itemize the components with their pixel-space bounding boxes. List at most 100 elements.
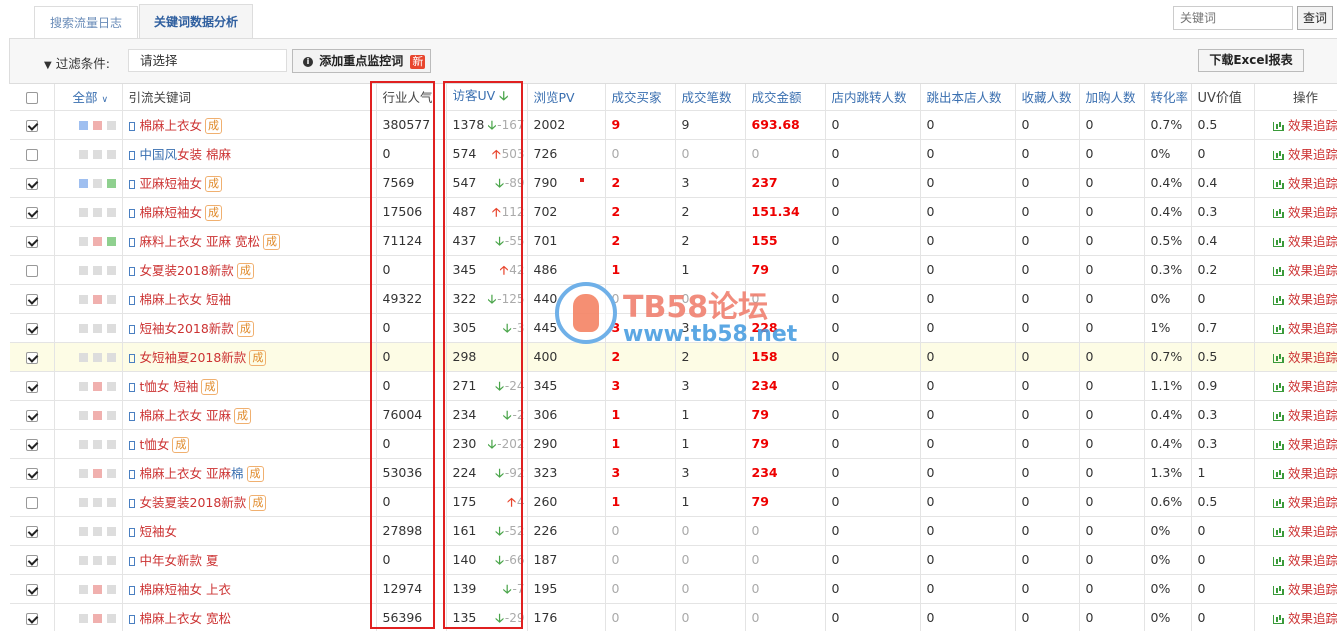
keyword-cell[interactable]: 麻料上衣女 亚麻 宽松成 — [122, 226, 377, 256]
keyword-cell[interactable]: 棉麻上衣女 亚麻棉成 — [122, 458, 377, 488]
col-cart[interactable]: 加购人数 — [1079, 84, 1145, 111]
amount-cell: 0 — [745, 139, 826, 169]
select-all-checkbox[interactable] — [25, 91, 38, 104]
track-link[interactable]: 效果追踪 — [1272, 379, 1337, 394]
jump-out-cell: 0 — [920, 139, 1016, 169]
track-link[interactable]: 效果追踪 — [1272, 524, 1337, 539]
row-checkbox[interactable] — [25, 612, 38, 625]
pv-cell: 440 — [527, 284, 606, 314]
pv-cell: 701 — [527, 226, 606, 256]
col-conv[interactable]: 转化率 — [1144, 84, 1192, 111]
cart-cell: 0 — [1079, 400, 1145, 430]
row-checkbox[interactable] — [25, 206, 38, 219]
track-link[interactable]: 效果追踪 — [1272, 553, 1337, 568]
col-buyers[interactable]: 成交买家 — [605, 84, 676, 111]
row-checkbox[interactable] — [25, 235, 38, 248]
track-link[interactable]: 效果追踪 — [1272, 292, 1337, 307]
track-link[interactable]: 效果追踪 — [1272, 234, 1337, 249]
keyword-cell[interactable]: 中国风女装 棉麻 — [122, 139, 377, 169]
row-checkbox[interactable] — [25, 264, 38, 277]
download-excel-button[interactable]: 下载Excel报表 — [1198, 49, 1304, 72]
keyword-cell[interactable]: 棉麻短袖女 上衣 — [122, 574, 377, 604]
keyword-cell[interactable]: 女装夏装2018新款成 — [122, 487, 377, 517]
conv-cell: 0.4% — [1144, 168, 1192, 198]
row-checkbox[interactable] — [25, 496, 38, 509]
fav-cell: 0 — [1015, 168, 1080, 198]
row-checkbox[interactable] — [25, 583, 38, 596]
track-link[interactable]: 效果追踪 — [1272, 118, 1337, 133]
row-checkbox[interactable] — [25, 554, 38, 567]
keyword-cell[interactable]: 短袖女 — [122, 516, 377, 546]
status-square — [106, 208, 116, 217]
filter-all-dropdown[interactable]: 全部 ∨ — [54, 84, 123, 111]
filter-select[interactable]: 请选择 — [128, 49, 287, 72]
status-squares — [54, 516, 123, 546]
row-checkbox[interactable] — [25, 177, 38, 190]
col-fav[interactable]: 收藏人数 — [1015, 84, 1080, 111]
new-badge: 新 — [410, 55, 426, 69]
cart-cell: 0 — [1079, 226, 1145, 256]
track-cell: 效果追踪 — [1254, 197, 1337, 227]
search-button[interactable]: 查词 — [1297, 6, 1333, 30]
track-link[interactable]: 效果追踪 — [1272, 408, 1337, 423]
col-amount[interactable]: 成交金额 — [745, 84, 826, 111]
row-checkbox[interactable] — [25, 467, 38, 480]
col-pv[interactable]: 浏览PV — [527, 84, 606, 111]
col-industry[interactable]: 行业人气 — [376, 84, 447, 111]
amount-cell: 0 — [745, 284, 826, 314]
row-checkbox[interactable] — [25, 148, 38, 161]
keyword-cell[interactable]: 棉麻上衣女 宽松 — [122, 603, 377, 631]
status-square — [106, 324, 116, 333]
keyword-cell[interactable]: t恤女 短袖成 — [122, 371, 377, 401]
pv-cell: 195 — [527, 574, 606, 604]
row-checkbox[interactable] — [25, 380, 38, 393]
tab-search-log[interactable]: 搜索流量日志 — [34, 6, 138, 38]
row-checkbox[interactable] — [25, 525, 38, 538]
track-link[interactable]: 效果追踪 — [1272, 147, 1337, 162]
uv-delta: 🡣-167 — [487, 117, 525, 132]
keyword-cell[interactable]: 短袖女2018新款成 — [122, 313, 377, 343]
track-link[interactable]: 效果追踪 — [1272, 321, 1337, 336]
keyword-cell[interactable]: 女夏装2018新款成 — [122, 255, 377, 285]
track-link[interactable]: 效果追踪 — [1272, 350, 1337, 365]
keyword-cell[interactable]: 亚麻短袖女成 — [122, 168, 377, 198]
jump-out-cell: 0 — [920, 545, 1016, 575]
orders-cell: 9 — [675, 110, 746, 140]
track-link[interactable]: 效果追踪 — [1272, 437, 1337, 452]
jump-in-cell: 0 — [825, 516, 921, 546]
keyword-cell[interactable]: 女短袖夏2018新款成 — [122, 342, 377, 372]
track-link[interactable]: 效果追踪 — [1272, 611, 1337, 626]
row-checkbox[interactable] — [25, 293, 38, 306]
amount-cell: 234 — [745, 371, 826, 401]
track-link[interactable]: 效果追踪 — [1272, 263, 1337, 278]
keyword-link-icon — [128, 586, 135, 595]
keyword-search-input[interactable] — [1173, 6, 1293, 30]
col-jump-in[interactable]: 店内跳转人数 — [825, 84, 921, 111]
status-squares — [54, 603, 123, 631]
tab-keyword-analysis[interactable]: 关键词数据分析 — [139, 4, 253, 38]
track-link[interactable]: 效果追踪 — [1272, 582, 1337, 597]
track-link[interactable]: 效果追踪 — [1272, 205, 1337, 220]
row-checkbox[interactable] — [25, 351, 38, 364]
add-monitor-button[interactable]: i 添加重点监控词 新 — [292, 49, 431, 73]
keyword-cell[interactable]: 棉麻上衣女 短袖 — [122, 284, 377, 314]
keyword-text: 棉麻上衣女 短袖 — [139, 292, 231, 307]
track-link[interactable]: 效果追踪 — [1272, 466, 1337, 481]
row-checkbox[interactable] — [25, 409, 38, 422]
keyword-cell[interactable]: 棉麻上衣女 亚麻成 — [122, 400, 377, 430]
row-checkbox[interactable] — [25, 438, 38, 451]
col-orders[interactable]: 成交笔数 — [675, 84, 746, 111]
row-checkbox[interactable] — [25, 322, 38, 335]
deal-tag: 成 — [246, 466, 264, 483]
keyword-cell[interactable]: 中年女新款 夏 — [122, 545, 377, 575]
keyword-cell[interactable]: 棉麻上衣女成 — [122, 110, 377, 140]
col-op: 操作 — [1254, 84, 1337, 111]
cart-cell: 0 — [1079, 545, 1145, 575]
track-link[interactable]: 效果追踪 — [1272, 495, 1337, 510]
col-jump-out[interactable]: 跳出本店人数 — [920, 84, 1016, 111]
col-uv[interactable]: 访客UV 🡣 — [446, 84, 528, 111]
row-checkbox[interactable] — [25, 119, 38, 132]
track-link[interactable]: 效果追踪 — [1272, 176, 1337, 191]
keyword-cell[interactable]: 棉麻短袖女成 — [122, 197, 377, 227]
keyword-cell[interactable]: t恤女成 — [122, 429, 377, 459]
